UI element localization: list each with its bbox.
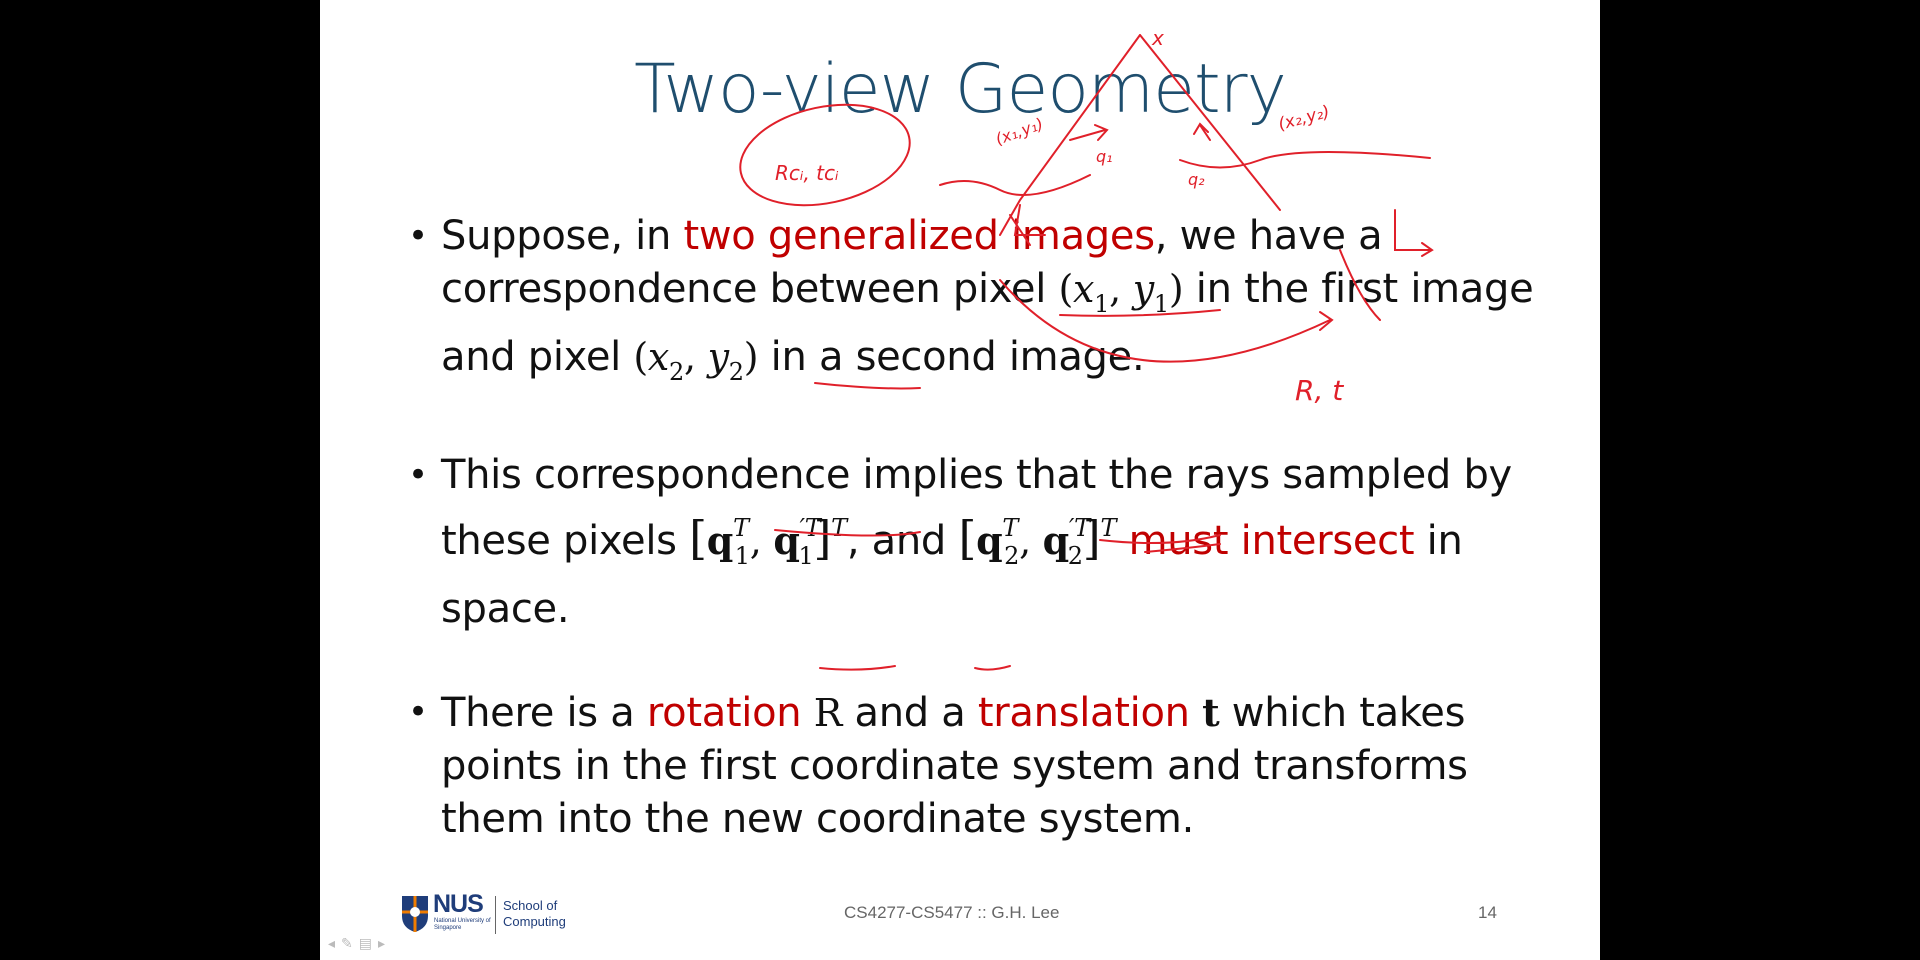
symbol-t: t [1202,690,1220,735]
slide: Two-view Geometry • Suppose, in two gener… [320,0,1600,960]
annotation-right-plane [1179,151,1431,169]
highlight-two-generalized-images: two generalized images [683,213,1155,259]
school-of-computing: School of Computing [503,898,566,929]
bullet-list: • Suppose, in two generalized images, we … [408,210,1558,896]
pixel-x2-y2: (x2, y2) [633,335,759,386]
menu-icon[interactable]: ▤ [359,936,378,952]
nus-logo-text: NUS [433,890,484,918]
highlight-must-intersect: must intersect [1128,518,1415,564]
nus-shield-icon [402,896,428,932]
highlight-translation: translation [977,690,1190,736]
bullet-2: • This correspondence implies that the ra… [408,449,1558,636]
annotation-left-plane [939,174,1091,196]
annotation-label-q2: q₂ [1188,170,1205,189]
pen-icon[interactable]: ✎ [341,936,359,952]
nus-logo-subtitle: National University of Singapore [434,918,491,931]
slide-title: Two-view Geometry [634,50,1287,129]
bullet-dot: • [408,216,428,256]
bullet-3: • There is a rotation R and a translation… [408,686,1558,846]
annotation-label-q1: q₁ [1096,147,1113,166]
slide-nav-icons[interactable]: ◂✎▤▸ [328,936,391,952]
annotation-label-rc: Rcᵢ, tcᵢ [775,161,839,185]
symbol-R: R [813,691,843,735]
bullet-dot: • [408,455,428,495]
ray-q2: [qT2, q′T2]T [958,511,1117,571]
highlight-rotation: rotation [646,690,802,736]
ray-q1: [qT1, q′T1]T [689,511,847,571]
footer-course: CS4277-CS5477 :: G.H. Lee [844,903,1060,922]
prev-slide-icon[interactable]: ◂ [328,936,341,952]
annotation-label-x: x [1151,26,1164,50]
bullet-1: • Suppose, in two generalized images, we … [408,210,1558,399]
next-slide-icon[interactable]: ▸ [378,936,391,952]
logo-divider [495,896,496,934]
pixel-x1-y1: (x1, y1) [1058,267,1184,318]
bullet-dot: • [408,692,428,732]
footer-page-number: 14 [1478,903,1497,922]
